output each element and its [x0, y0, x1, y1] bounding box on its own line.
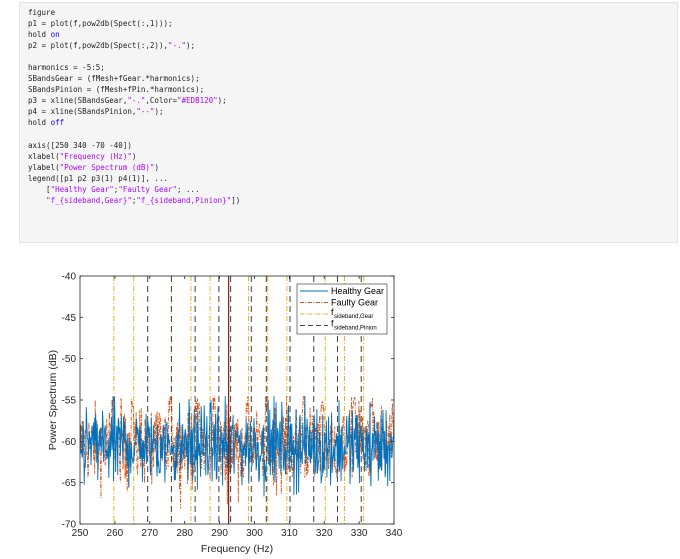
x-axis-label: Frequency (Hz)	[201, 543, 273, 554]
y-tick-label: -60	[62, 437, 77, 448]
code-token: "--"	[136, 107, 155, 117]
code-token: ; ...	[177, 184, 200, 194]
y-tick-label: -55	[62, 396, 77, 407]
code-token: "Healthy Gear"	[50, 184, 114, 194]
code-token: "Faulty Gear"	[118, 184, 178, 194]
x-tick-label: 300	[246, 528, 263, 539]
code-token: "-."	[127, 96, 146, 106]
y-tick-label: -65	[62, 478, 77, 489]
code-token: SBandsGear = (fMesh+fGear.*harmonics);	[28, 74, 200, 84]
code-token: );	[154, 107, 164, 117]
spectrum-plot: 250 260 270 280 290 300 310 320 330 340-40-45-50-…	[47, 272, 403, 556]
code-token: xlabel(	[28, 151, 60, 161]
code-token: ylabel(	[28, 162, 60, 172]
x-tick-label: 330	[351, 528, 368, 539]
y-tick-label: -50	[62, 354, 77, 365]
code-line: axis([250 340 -70 -40])	[28, 140, 240, 151]
code-token: );	[217, 96, 227, 106]
x-tick-label: 320	[316, 528, 333, 539]
legend-label-subscript: sideband,Pinion	[334, 326, 377, 332]
code-token: off	[50, 118, 65, 128]
code-token: "#EDB120"	[177, 96, 218, 106]
code-line: SBandsGear = (fMesh+fGear.*harmonics);	[28, 73, 240, 84]
code-token: "f_{sideband,Pinion}"	[136, 195, 232, 205]
code-line: ylabel("Power Spectrum (dB)")	[28, 162, 240, 173]
code-token: p3 = xline(SBandsGear,	[28, 96, 128, 106]
x-tick-label: 260	[107, 528, 124, 539]
code-token: figure	[28, 8, 56, 17]
y-tick-label: -70	[62, 520, 77, 531]
x-tick-label: 290	[211, 528, 228, 539]
x-tick-label: 340	[386, 528, 403, 539]
code-line: "f_{sideband,Gear}";"f_{sideband,Pinion}…	[28, 195, 240, 206]
code-token: );	[186, 41, 196, 51]
code-editor[interactable]: figure p1 = plot(f,pow2db(Spect(:,1))); ho…	[28, 7, 240, 206]
code-token: hold	[28, 118, 51, 128]
x-tick-label: 310	[281, 528, 298, 539]
code-token: p1 = plot(f,pow2db(Spect(:,1)));	[28, 19, 173, 29]
code-line: p3 = xline(SBandsGear,"-.",Color="#EDB12…	[28, 95, 240, 106]
code-line: hold on	[28, 29, 240, 40]
code-line: xlabel("Frequency (Hz)")	[28, 151, 240, 162]
legend-label: Faulty Gear	[331, 298, 378, 308]
y-axis-label: Power Spectrum (dB)	[47, 350, 59, 450]
code-token: ,Color=	[145, 96, 178, 106]
code-token: "Frequency (Hz)"	[59, 151, 132, 161]
code-line: SBandsPinion = (fMesh+fPin.*harmonics);	[28, 84, 240, 95]
code-token: p2 = plot(f,pow2db(Spect(:,2)),	[28, 41, 168, 51]
code-token: p4 = xline(SBandsPinion,	[28, 107, 137, 117]
code-token: axis([250 340 -70 -40])	[28, 140, 132, 150]
code-line: legend([p1 p2 p3(1) p4(1)], ...	[28, 173, 240, 184]
code-line: ["Healthy Gear";"Faulty Gear"; ...	[28, 184, 240, 195]
code-line: p4 = xline(SBandsPinion,"--");	[28, 106, 240, 117]
code-line: figure	[28, 7, 240, 18]
figure-chart: 250 260 270 280 290 300 310 320 330 340 -40 -45 -50-…	[0, 262, 420, 556]
code-line: p2 = plot(f,pow2db(Spect(:,2)),"-.");	[28, 40, 240, 51]
code-token: "f_{sideband,Gear}"	[46, 195, 132, 205]
y-tick-label: -45	[62, 313, 77, 324]
y-tick-label: -40	[62, 272, 77, 283]
code-token: "Power Spectrum (dB)"	[59, 162, 155, 172]
legend-label-subscript: sideband,Gear	[334, 314, 373, 320]
code-token: ])	[231, 195, 241, 205]
code-line: p1 = plot(f,pow2db(Spect(:,1)));	[28, 18, 240, 29]
legend-label: Healthy Gear	[331, 286, 384, 296]
code-token: [	[28, 184, 51, 194]
code-token: SBandsPinion = (fMesh+fPin.*harmonics);	[28, 85, 205, 95]
code-line: harmonics = -5:5;	[28, 62, 240, 73]
code-line: hold off	[28, 117, 240, 128]
code-token: "-."	[167, 41, 187, 51]
x-tick-label: 270	[141, 528, 158, 539]
code-token: on	[50, 30, 60, 40]
code-cell[interactable]: figure p1 = plot(f,pow2db(Spect(:,1))); ho…	[19, 2, 678, 243]
code-token: hold	[28, 30, 51, 40]
code-token: )	[131, 151, 137, 161]
x-tick-label: 280	[176, 528, 193, 539]
code-token: )	[154, 162, 159, 172]
code-token: legend([p1 p2 p3(1) p4(1)], ...	[28, 173, 168, 183]
code-token: harmonics = -5:5;	[28, 63, 105, 73]
